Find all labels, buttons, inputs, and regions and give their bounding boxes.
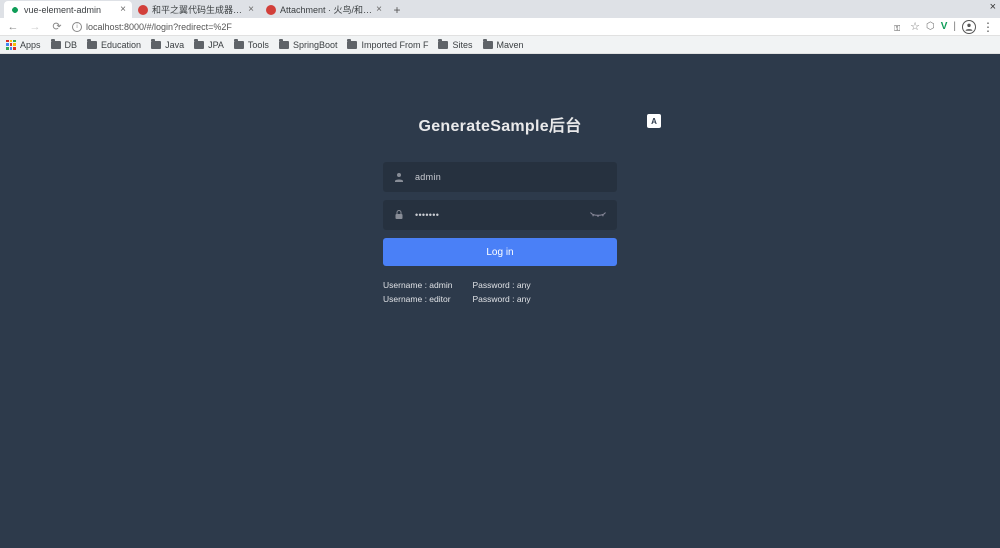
bookmark-label: DB bbox=[65, 40, 78, 50]
hint-text: Username : editor bbox=[383, 294, 452, 304]
tab-title: Attachment · 火鸟/和平之… bbox=[280, 3, 372, 16]
url-text: localhost:8000/#/login?redirect=%2F bbox=[86, 22, 232, 32]
bookmark-education[interactable]: Education bbox=[87, 40, 141, 50]
username-field-wrap bbox=[383, 162, 617, 192]
bookmark-tools[interactable]: Tools bbox=[234, 40, 269, 50]
favicon-icon bbox=[10, 5, 20, 15]
close-icon[interactable]: × bbox=[248, 4, 254, 15]
close-icon[interactable]: × bbox=[120, 4, 126, 15]
tab-title: vue-element-admin bbox=[24, 5, 116, 15]
bookmark-maven[interactable]: Maven bbox=[483, 40, 524, 50]
toolbar-right: ⚿ ☆ ⬡ V | ⋮ bbox=[894, 20, 994, 34]
user-icon bbox=[393, 171, 405, 183]
close-icon[interactable]: × bbox=[376, 4, 382, 15]
folder-icon bbox=[483, 41, 493, 49]
vue-devtools-icon[interactable]: V bbox=[941, 21, 948, 32]
favicon-icon bbox=[138, 5, 148, 15]
login-button[interactable]: Log in bbox=[383, 238, 617, 266]
login-page: GenerateSample后台 A Log in Username : adm… bbox=[0, 54, 1000, 548]
title-row: GenerateSample后台 A bbox=[383, 112, 617, 136]
reload-button[interactable]: ⟳ bbox=[50, 20, 64, 33]
divider: | bbox=[953, 21, 956, 32]
hints: Username : admin Username : editor Passw… bbox=[383, 280, 617, 304]
eye-icon[interactable] bbox=[589, 211, 607, 220]
lock-icon bbox=[393, 209, 405, 221]
tab-title: 和平之翼代码生成器SME… bbox=[152, 3, 244, 16]
hints-usernames: Username : admin Username : editor bbox=[383, 280, 452, 304]
page-title: GenerateSample后台 bbox=[418, 112, 581, 136]
hint-text: Password : any bbox=[472, 280, 530, 290]
language-switch-icon[interactable]: A bbox=[647, 114, 661, 128]
browser-tab-active[interactable]: vue-element-admin × bbox=[4, 1, 132, 18]
folder-icon bbox=[234, 41, 244, 49]
bookmark-label: Education bbox=[101, 40, 141, 50]
bookmark-label: SpringBoot bbox=[293, 40, 338, 50]
ext-icon[interactable]: ⬡ bbox=[926, 21, 935, 32]
forward-button[interactable]: → bbox=[28, 21, 42, 33]
profile-avatar[interactable] bbox=[962, 20, 976, 34]
browser-toolbar: ← → ⟳ i localhost:8000/#/login?redirect=… bbox=[0, 18, 1000, 36]
favicon-icon bbox=[266, 5, 276, 15]
bookmark-db[interactable]: DB bbox=[51, 40, 78, 50]
tab-strip: vue-element-admin × 和平之翼代码生成器SME… × Atta… bbox=[0, 0, 1000, 18]
folder-icon bbox=[87, 41, 97, 49]
bookmarks-bar: Apps DB Education Java JPA Tools SpringB… bbox=[0, 36, 1000, 54]
omnibox[interactable]: i localhost:8000/#/login?redirect=%2F bbox=[72, 22, 886, 32]
password-input[interactable] bbox=[415, 210, 579, 220]
username-input[interactable] bbox=[415, 172, 607, 182]
menu-icon[interactable]: ⋮ bbox=[982, 20, 994, 34]
hint-text: Username : admin bbox=[383, 280, 452, 290]
key-icon[interactable]: ⚿ bbox=[894, 24, 904, 30]
folder-icon bbox=[51, 41, 61, 49]
bookmark-springboot[interactable]: SpringBoot bbox=[279, 40, 338, 50]
bookmark-jpa[interactable]: JPA bbox=[194, 40, 224, 50]
browser-tab[interactable]: 和平之翼代码生成器SME… × bbox=[132, 1, 260, 18]
back-button[interactable]: ← bbox=[6, 21, 20, 33]
star-icon[interactable]: ☆ bbox=[910, 20, 920, 33]
bookmark-java[interactable]: Java bbox=[151, 40, 184, 50]
folder-icon bbox=[438, 41, 448, 49]
folder-icon bbox=[279, 41, 289, 49]
login-form: GenerateSample后台 A Log in Username : adm… bbox=[383, 112, 617, 304]
bookmark-apps[interactable]: Apps bbox=[6, 40, 41, 50]
bookmark-label: Maven bbox=[497, 40, 524, 50]
bookmark-imported[interactable]: Imported From F bbox=[347, 40, 428, 50]
hints-passwords: Password : any Password : any bbox=[472, 280, 530, 304]
apps-icon bbox=[6, 40, 16, 50]
info-icon: i bbox=[72, 22, 82, 32]
browser-tab[interactable]: Attachment · 火鸟/和平之… × bbox=[260, 1, 388, 18]
password-field-wrap bbox=[383, 200, 617, 230]
bookmark-label: Imported From F bbox=[361, 40, 428, 50]
folder-icon bbox=[194, 41, 204, 49]
new-tab-button[interactable]: + bbox=[388, 2, 406, 18]
bookmark-label: Sites bbox=[452, 40, 472, 50]
bookmark-label: Apps bbox=[20, 40, 41, 50]
hint-text: Password : any bbox=[472, 294, 530, 304]
bookmark-label: Java bbox=[165, 40, 184, 50]
login-button-label: Log in bbox=[486, 247, 513, 258]
bookmark-label: JPA bbox=[208, 40, 224, 50]
bookmark-sites[interactable]: Sites bbox=[438, 40, 472, 50]
window-close-icon[interactable]: × bbox=[990, 1, 996, 13]
folder-icon bbox=[151, 41, 161, 49]
folder-icon bbox=[347, 41, 357, 49]
bookmark-label: Tools bbox=[248, 40, 269, 50]
